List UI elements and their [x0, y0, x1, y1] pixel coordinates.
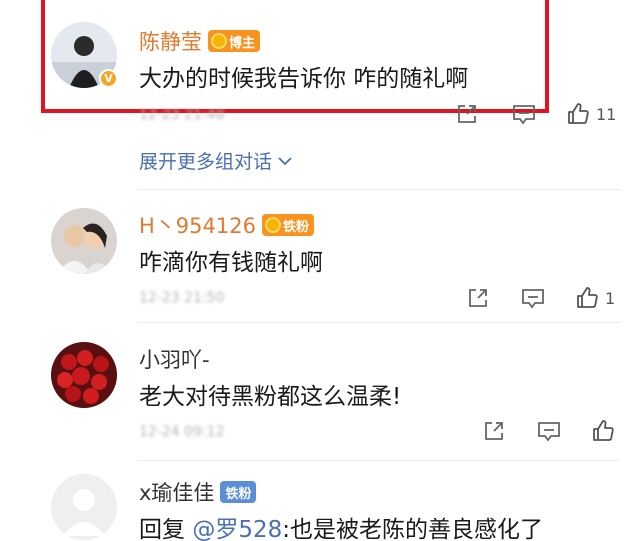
share-button[interactable]	[467, 287, 489, 309]
comment-text: 老大对待黑粉都这么温柔!	[139, 384, 402, 410]
share-icon	[485, 422, 503, 440]
comment-3: 小羽吖- 老大对待黑粉都这么温柔! 12-24 09:12	[0, 325, 640, 461]
share-button[interactable]	[456, 103, 478, 125]
like-count: 1	[605, 288, 616, 308]
default-avatar-icon	[51, 474, 117, 540]
chevron-down-icon	[278, 156, 292, 165]
share-icon	[469, 289, 487, 307]
comment-4: x瑜佳佳 铁粉 回复 @罗528:也是被老陈的善良感化了	[0, 461, 640, 541]
avatar[interactable]	[51, 342, 117, 408]
comment-2: H丶954126 铁粉 咋滴你有钱随礼啊 12-23 21:50 1	[0, 190, 640, 325]
avatar-photo	[51, 208, 117, 274]
reply-text: :也是被老陈的善良感化了	[282, 517, 543, 541]
comment-icon	[522, 289, 544, 309]
comment-button[interactable]	[512, 103, 536, 125]
timestamp: 12-23 21:50	[139, 290, 225, 306]
timestamp: 12-24 09:12	[139, 424, 225, 440]
badge-label: 铁粉	[225, 486, 252, 502]
share-button[interactable]	[483, 420, 505, 442]
comment-button[interactable]	[537, 420, 561, 442]
comment-text: 咋滴你有钱随礼啊	[139, 250, 323, 276]
comment-button[interactable]	[521, 287, 545, 309]
avatar[interactable]	[51, 474, 117, 540]
like-button[interactable]: 11	[566, 102, 616, 126]
mention-link[interactable]: @罗528	[192, 517, 282, 541]
timestamp: 12-23 21:48	[139, 107, 225, 123]
medal-icon	[211, 33, 227, 49]
like-icon	[568, 103, 589, 124]
username[interactable]: 小羽吖-	[139, 344, 210, 374]
expand-more-button[interactable]: 展开更多组对话	[139, 147, 292, 174]
fan-badge: 铁粉	[261, 214, 314, 236]
badge-label: 铁粉	[282, 219, 309, 235]
share-icon	[458, 105, 476, 123]
like-button[interactable]	[591, 419, 615, 443]
expand-label: 展开更多组对话	[139, 151, 273, 173]
username[interactable]: 陈静莹	[139, 26, 202, 56]
username[interactable]: x瑜佳佳	[139, 477, 214, 507]
verified-icon: V	[99, 69, 118, 88]
blogger-badge: 博主	[208, 30, 261, 52]
like-count: 11	[596, 104, 617, 124]
like-button[interactable]: 1	[575, 286, 615, 310]
comment-text: 回复 @罗528:也是被老陈的善良感化了	[139, 510, 543, 541]
reply-prefix: 回复	[139, 517, 185, 541]
highlight-frame	[41, 0, 549, 113]
like-icon	[577, 287, 598, 308]
comment-text: 大办的时候我告诉你 咋的随礼啊	[139, 66, 469, 92]
avatar[interactable]	[51, 208, 117, 274]
like-icon	[593, 420, 614, 441]
comment-icon	[538, 422, 560, 442]
divider	[138, 322, 620, 323]
medal-icon	[264, 217, 281, 233]
fan-badge: 铁粉	[220, 481, 257, 503]
username[interactable]: H丶954126	[139, 210, 256, 240]
badge-label: 博主	[229, 35, 256, 51]
comment-icon	[513, 105, 535, 125]
comment-1: V 陈静莹 博主 大办的时候我告诉你 咋的随礼啊 12-23 21:48 11 …	[0, 0, 640, 190]
avatar-photo	[51, 342, 117, 408]
